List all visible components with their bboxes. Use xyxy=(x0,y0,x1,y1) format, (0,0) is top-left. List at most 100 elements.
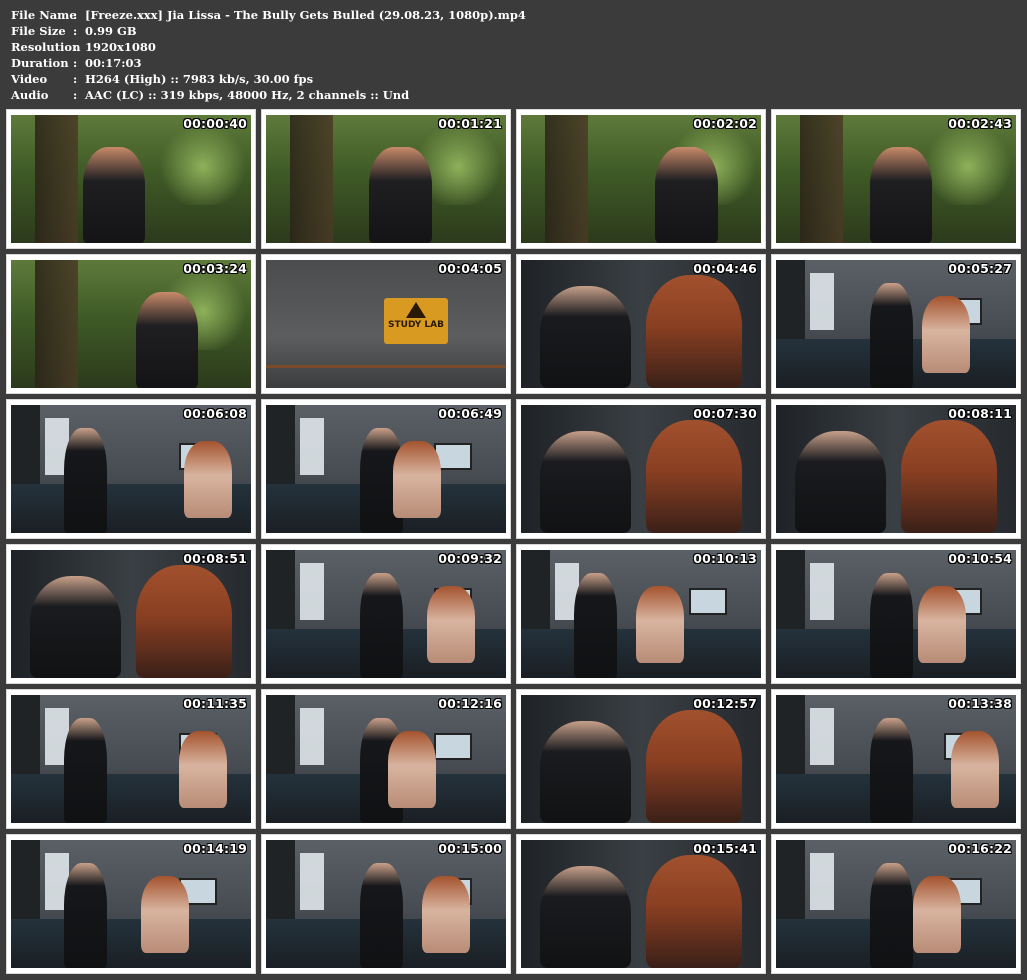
video-thumbnail: 00:10:54 xyxy=(771,544,1021,684)
info-separator: : xyxy=(73,56,78,70)
scene-shape xyxy=(645,855,742,968)
timestamp-label: 00:06:08 xyxy=(183,406,247,421)
info-value: 0.99 GB xyxy=(85,24,137,38)
timestamp-label: 00:13:38 xyxy=(948,696,1012,711)
timestamp-label: 00:08:51 xyxy=(183,551,247,566)
video-thumbnail: 00:06:08 xyxy=(6,399,256,539)
video-thumbnail: 00:16:22 xyxy=(771,834,1021,974)
thumbnail-frame: 00:08:51 xyxy=(11,550,251,678)
scene-shape xyxy=(800,115,844,243)
scene-shape xyxy=(809,707,834,766)
info-separator: : xyxy=(73,24,78,38)
scene-shape xyxy=(869,718,913,823)
scene-shape xyxy=(299,852,324,911)
scene-shape xyxy=(135,292,199,388)
timestamp-label: 00:15:00 xyxy=(438,841,502,856)
info-label: File Name xyxy=(11,8,77,22)
timestamp-label: 00:11:35 xyxy=(183,696,247,711)
scene-shape xyxy=(422,875,470,953)
info-label: Duration xyxy=(11,56,69,70)
scene-shape xyxy=(299,562,324,621)
thumbnail-frame: 00:15:00 xyxy=(266,840,506,968)
timestamp-label: 00:02:43 xyxy=(948,116,1012,131)
scene-shape xyxy=(30,575,122,678)
timestamp-label: 00:14:19 xyxy=(183,841,247,856)
scene-shape xyxy=(63,428,107,533)
scene-shape xyxy=(359,573,403,678)
scene-shape xyxy=(299,417,324,476)
thumbnail-grid: 00:00:40 00:01:21 00:02:02 00:02:43 00:03:24… xyxy=(6,109,1022,975)
video-thumbnail: 00:12:16 xyxy=(261,689,511,829)
thumbnail-frame: 00:10:13 xyxy=(521,550,761,678)
video-thumbnail: 00:05:27 xyxy=(771,254,1021,394)
scene-shape xyxy=(655,147,718,243)
video-thumbnail: 00:06:49 xyxy=(261,399,511,539)
scene-shape xyxy=(645,275,742,388)
scene-shape xyxy=(140,875,189,953)
scene-shape xyxy=(266,364,506,368)
timestamp-label: 00:01:21 xyxy=(438,116,502,131)
info-row: Duration:00:17:03 xyxy=(11,55,526,71)
info-separator: : xyxy=(73,72,78,86)
scene-shape xyxy=(951,730,1000,808)
timestamp-label: 00:07:30 xyxy=(693,406,757,421)
thumbnail-frame: 00:14:19 xyxy=(11,840,251,968)
timestamp-label: 00:03:24 xyxy=(183,261,247,276)
video-thumbnail: STUDY LAB 00:04:05 xyxy=(261,254,511,394)
info-value: H264 (High) :: 7983 kb/s, 30.00 fps xyxy=(85,72,314,86)
scene-shape xyxy=(912,875,961,953)
info-value: 00:17:03 xyxy=(85,56,142,70)
scene-shape xyxy=(573,573,617,678)
thumbnail-frame: 00:10:54 xyxy=(776,550,1016,678)
info-row: Video: H264 (High) :: 7983 kb/s, 30.00 fp… xyxy=(11,71,526,87)
scene-shape xyxy=(388,730,437,808)
scene-shape xyxy=(359,863,403,968)
timestamp-label: 00:04:05 xyxy=(438,261,502,276)
scene-shape xyxy=(809,852,834,911)
scene-shape xyxy=(83,147,146,243)
info-label: Resolution xyxy=(11,40,81,54)
scene-shape xyxy=(540,430,632,533)
thumbnail-frame: 00:02:02 xyxy=(521,115,761,243)
info-row: Resolution:1920x1080 xyxy=(11,39,526,55)
thumbnail-frame: 00:13:38 xyxy=(776,695,1016,823)
scene-shape xyxy=(809,562,834,621)
info-value: AAC (LC) :: 319 kbps, 48000 Hz, 2 channe… xyxy=(85,88,410,102)
scene-shape xyxy=(795,430,887,533)
scene-shape xyxy=(299,707,324,766)
timestamp-label: 00:15:41 xyxy=(693,841,757,856)
info-value: 1920x1080 xyxy=(85,40,156,54)
scene-shape xyxy=(63,863,107,968)
thumbnail-frame: 00:03:24 xyxy=(11,260,251,388)
video-thumbnail: 00:14:19 xyxy=(6,834,256,974)
video-thumbnail: 00:15:41 xyxy=(516,834,766,974)
video-thumbnail: 00:00:40 xyxy=(6,109,256,249)
timestamp-label: 00:12:57 xyxy=(693,696,757,711)
video-thumbnail: 00:03:24 xyxy=(6,254,256,394)
timestamp-label: 00:09:32 xyxy=(438,551,502,566)
thumbnail-frame: 00:04:46 xyxy=(521,260,761,388)
info-label: File Size xyxy=(11,24,66,38)
scene-shape xyxy=(179,730,227,808)
info-row: File Size:0.99 GB xyxy=(11,23,526,39)
scene-shape xyxy=(135,565,232,678)
scene-shape xyxy=(645,710,742,823)
video-thumbnail: 00:02:02 xyxy=(516,109,766,249)
thumbnail-frame: 00:02:43 xyxy=(776,115,1016,243)
info-separator: : xyxy=(73,8,78,22)
thumbnail-frame: 00:12:16 xyxy=(266,695,506,823)
timestamp-label: 00:12:16 xyxy=(438,696,502,711)
scene-shape xyxy=(11,919,251,968)
thumbnail-frame: 00:12:57 xyxy=(521,695,761,823)
scene-shape xyxy=(155,127,251,205)
scene-shape xyxy=(917,585,966,663)
scene-shape xyxy=(540,285,632,388)
timestamp-label: 00:16:22 xyxy=(948,841,1012,856)
info-separator: : xyxy=(73,40,78,54)
info-value: [Freeze.xxx] Jia Lissa - The Bully Gets … xyxy=(85,8,526,22)
scene-shape xyxy=(290,115,334,243)
video-thumbnail: 00:07:30 xyxy=(516,399,766,539)
video-thumbnail: 00:12:57 xyxy=(516,689,766,829)
video-thumbnail: 00:08:11 xyxy=(771,399,1021,539)
scene-shape xyxy=(183,440,232,518)
